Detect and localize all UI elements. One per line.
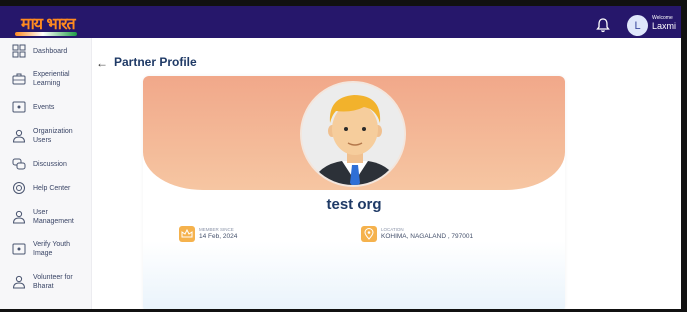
crown-icon [179, 226, 195, 242]
sidebar-item-discussion[interactable]: Discussion [0, 157, 92, 171]
profile-picture [300, 81, 406, 187]
sidebar-item-dashboard[interactable]: Dashboard [0, 44, 92, 58]
location: LOCATION KOHIMA, NAGALAND , 797001 [361, 226, 473, 242]
sidebar-item-label: Organization Users [33, 128, 73, 144]
user-icon [12, 210, 26, 224]
sidebar-item-label: Volunteer for Bharat [33, 274, 73, 290]
bell-icon[interactable] [596, 17, 610, 33]
sidebar-item-label: Verify Youth Image [33, 241, 70, 257]
sidebar-item-label: User Management [33, 209, 74, 225]
profile-card: test org MEMBER SINCE 14 Feb, 2024 LOCAT… [143, 76, 565, 312]
briefcase-icon [12, 73, 26, 85]
sidebar-item-verify-youth-image[interactable]: Verify Youth Image [0, 239, 92, 259]
sidebar-item-label: Dashboard [33, 48, 68, 55]
user-greeting[interactable]: Welcome Laxmi [652, 16, 676, 31]
sidebar-item-volunteer-for-bharat[interactable]: Volunteer for Bharat [0, 272, 92, 292]
user-name: Laxmi [652, 21, 677, 31]
sidebar: Dashboard Experiential Learning Events O… [0, 38, 92, 312]
image-icon [12, 243, 26, 255]
sidebar-item-label: Help Center [33, 185, 71, 192]
member-since-value: 14 Feb, 2024 [199, 232, 238, 240]
user-avatar-illustration [302, 83, 404, 185]
chat-icon [12, 158, 26, 170]
user-icon [12, 129, 26, 143]
sidebar-item-events[interactable]: Events [0, 100, 92, 114]
avatar[interactable]: L [627, 15, 648, 36]
sidebar-item-label: Experiential Learning [33, 71, 70, 87]
sidebar-item-user-management[interactable]: User Management [0, 207, 92, 227]
top-bar: माय भारत L Welcome Laxmi [0, 0, 687, 38]
organization-name: test org [326, 196, 382, 213]
grid-icon [12, 44, 26, 58]
avatar-initial: L [634, 19, 641, 32]
page-title: Partner Profile [114, 55, 197, 69]
logo-text: माय भारत [21, 14, 76, 33]
event-icon [12, 101, 26, 113]
sidebar-item-label: Discussion [33, 161, 67, 168]
help-icon [13, 182, 25, 194]
sidebar-item-label: Events [33, 104, 55, 111]
sidebar-item-help-center[interactable]: Help Center [0, 181, 92, 195]
user-icon [12, 275, 26, 289]
back-arrow-icon[interactable]: ← [96, 56, 108, 70]
logo-wave [15, 32, 77, 36]
window-frame-right [681, 0, 687, 312]
member-since: MEMBER SINCE 14 Feb, 2024 [179, 226, 237, 242]
sidebar-item-experiential-learning[interactable]: Experiential Learning [0, 69, 92, 89]
sidebar-item-organization-users[interactable]: Organization Users [0, 126, 92, 146]
location-value: KOHIMA, NAGALAND , 797001 [381, 232, 474, 240]
location-pin-icon [361, 226, 377, 242]
app-logo[interactable]: माय भारत [13, 10, 83, 38]
